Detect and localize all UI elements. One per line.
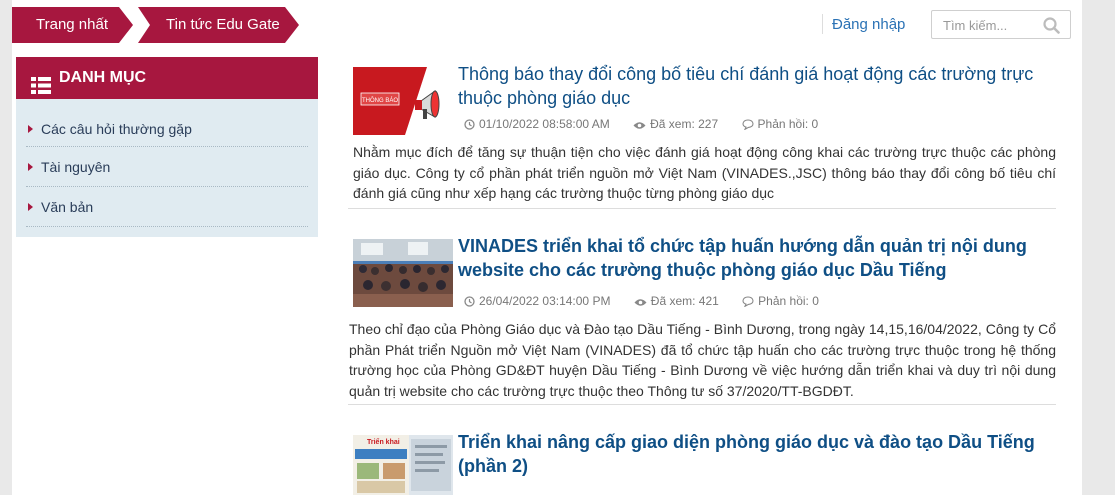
news-meta: 01/10/2022 08:58:00 AM Đã xem: 227 Phản … (464, 117, 838, 131)
news-title-link[interactable]: VINADES triển khai tổ chức tập huấn hướn… (458, 234, 1056, 282)
breadcrumb-section[interactable]: Tin tức Edu Gate (138, 7, 299, 43)
news-item: Triển khai Triển khai nâng cấp giao diện… (348, 428, 1056, 495)
eye-icon (634, 299, 647, 306)
news-replies: Phản hồi: 0 (758, 294, 819, 308)
list-icon (31, 69, 51, 111)
sidebar-item-label: Các câu hỏi thường gặp (41, 121, 192, 137)
sidebar-item-resources[interactable]: Tài nguyên (26, 147, 308, 187)
search-box (931, 10, 1071, 39)
news-summary: Nhằm mục đích để tăng sự thuận tiện cho … (353, 144, 1056, 201)
search-input[interactable] (943, 16, 1038, 34)
news-summary: Theo chỉ đạo của Phòng Giáo dục và Đào t… (349, 321, 1056, 399)
news-thumbnail[interactable] (353, 239, 453, 307)
news-thumbnail[interactable]: THÔNG BÁO (353, 67, 453, 135)
clock-icon (464, 119, 475, 130)
news-divider (348, 208, 1056, 209)
news-date: 26/04/2022 03:14:00 PM (479, 294, 611, 308)
sidebar-item-faq[interactable]: Các câu hỏi thường gặp (26, 109, 308, 147)
news-divider (348, 404, 1056, 405)
sidebar-title: DANH MỤC (59, 69, 147, 86)
thumb-label: THÔNG BÁO (362, 97, 398, 104)
chevron-right-icon (28, 125, 33, 133)
sidebar-item-label: Tài nguyên (41, 159, 111, 175)
category-sidebar: DANH MỤC Các câu hỏi thường gặp Tài nguy… (16, 57, 318, 237)
eye-icon (633, 122, 646, 129)
news-thumbnail[interactable]: Triển khai (353, 435, 453, 495)
search-icon[interactable] (1043, 17, 1060, 39)
breadcrumb-home[interactable]: Trang nhất (12, 7, 133, 43)
comment-icon (742, 296, 754, 308)
news-views: Đã xem: 421 (650, 294, 719, 308)
login-link[interactable]: Đăng nhập (832, 16, 905, 33)
chevron-right-icon (28, 163, 33, 171)
news-views: Đã xem: 227 (650, 117, 719, 131)
header-divider (822, 14, 823, 34)
news-title-link[interactable]: Triển khai nâng cấp giao diện phòng giáo… (458, 430, 1056, 478)
comment-icon (741, 119, 754, 131)
news-date: 01/10/2022 08:58:00 AM (479, 117, 610, 131)
news-title-link[interactable]: Thông báo thay đổi công bố tiêu chí đánh… (458, 62, 1056, 110)
news-item: VINADES triển khai tổ chức tập huấn hướn… (348, 232, 1056, 407)
sidebar-item-documents[interactable]: Văn bản (26, 187, 308, 227)
sidebar-item-label: Văn bản (41, 199, 94, 215)
news-item: THÔNG BÁO Thông báo thay đổi công bố tiê… (348, 60, 1056, 210)
sidebar-header: DANH MỤC (16, 57, 318, 99)
clock-icon (464, 296, 475, 307)
chevron-right-icon (28, 203, 33, 211)
news-meta: 26/04/2022 03:14:00 PM Đã xem: 421 Phản … (464, 294, 839, 308)
thumb-label: Triển khai (367, 438, 400, 446)
news-replies: Phản hồi: 0 (757, 117, 819, 131)
